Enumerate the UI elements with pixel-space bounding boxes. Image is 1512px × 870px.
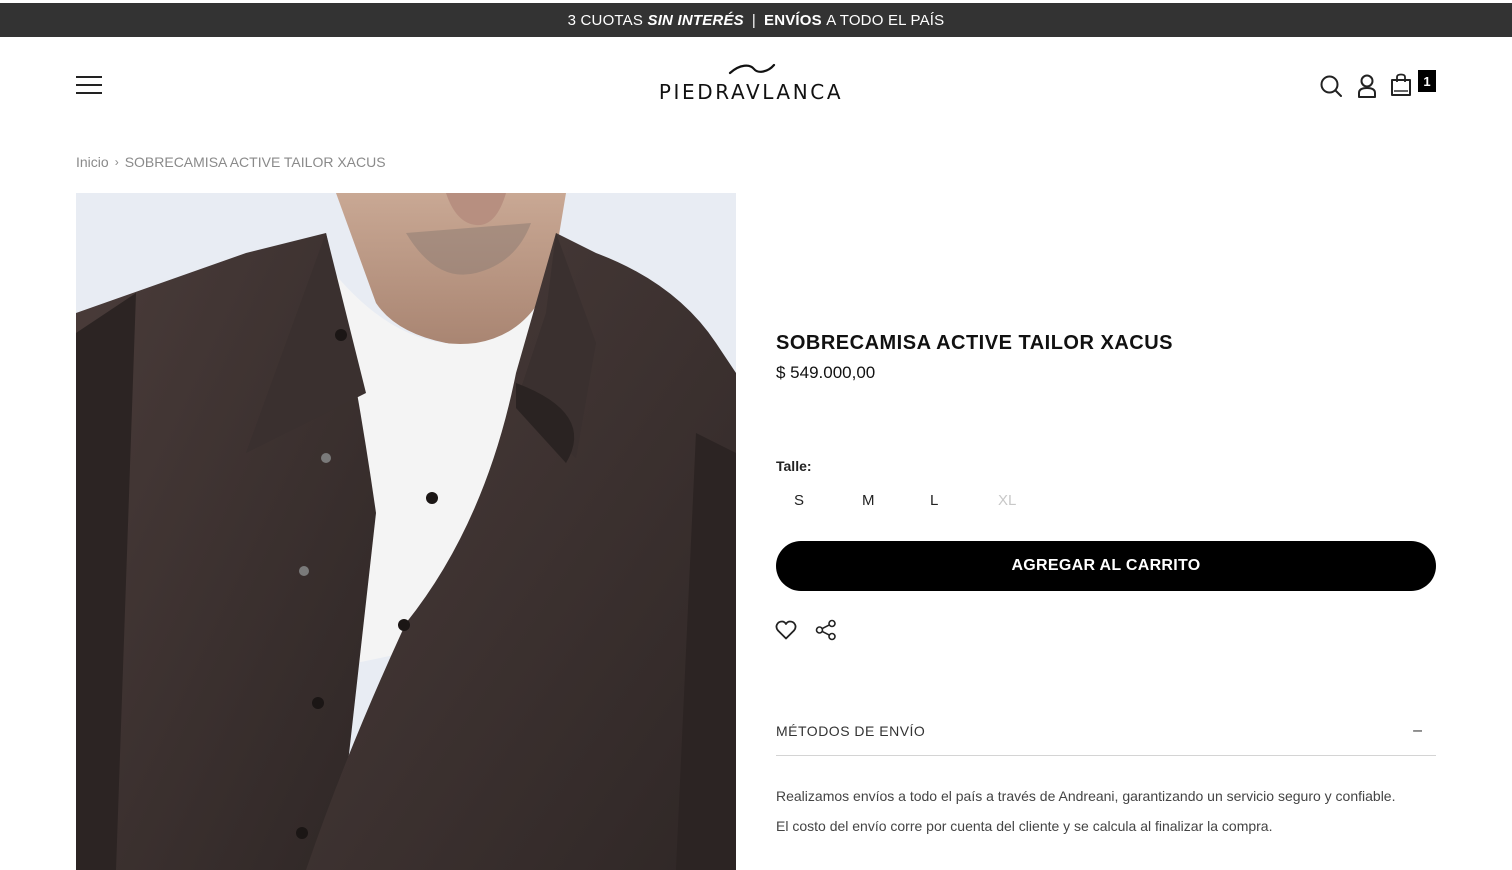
breadcrumb-home-link[interactable]: Inicio (76, 154, 109, 170)
shipping-methods-title: MÉTODOS DE ENVÍO (776, 722, 926, 739)
add-to-cart-button[interactable]: AGREGAR AL CARRITO (776, 541, 1436, 591)
shipping-methods-accordion[interactable]: MÉTODOS DE ENVÍO – (776, 706, 1436, 756)
share-icon[interactable] (815, 619, 837, 646)
promo-text-country: A TODO EL PAÍS (826, 11, 945, 29)
product-image[interactable] (76, 193, 736, 870)
breadcrumb: Inicio › SOBRECAMISA ACTIVE TAILOR XACUS (76, 154, 386, 170)
shipping-methods-content: Realizamos envíos a todo el país a travé… (776, 786, 1416, 846)
product-title: SOBRECAMISA ACTIVE TAILOR XACUS (776, 332, 1173, 354)
shipping-paragraph: Realizamos envíos a todo el país a travé… (776, 788, 1396, 804)
heart-icon[interactable] (775, 619, 797, 646)
size-selector: S M L XL (776, 487, 1048, 513)
breadcrumb-current: SOBRECAMISA ACTIVE TAILOR XACUS (124, 154, 386, 170)
promo-text-no-interest: SIN INTERÉS (647, 11, 744, 29)
shipping-paragraph: El costo del envío corre por cuenta del … (776, 818, 1273, 834)
promo-separator: | (751, 11, 756, 29)
size-option-m[interactable]: M (844, 487, 912, 513)
promo-text-installments: 3 CUOTAS (567, 11, 644, 29)
shopping-bag-icon[interactable] (1390, 73, 1412, 102)
size-option-xl[interactable]: XL (980, 487, 1048, 513)
size-option-l[interactable]: L (912, 487, 980, 513)
size-option-s[interactable]: S (776, 487, 844, 513)
cart-count-badge[interactable]: 1 (1418, 70, 1436, 92)
hamburger-menu-icon[interactable] (76, 75, 102, 95)
promo-text-shipping: ENVÍOS (763, 11, 822, 29)
promo-bar: 3 CUOTAS SIN INTERÉS | ENVÍOS A TODO EL PA… (0, 3, 1512, 37)
size-label: Talle: (776, 458, 812, 474)
collapse-icon[interactable]: – (1413, 722, 1422, 740)
breadcrumb-chevron-icon: › (114, 155, 119, 169)
brand-logo-text: PIEDRAVLANCA (658, 80, 844, 104)
user-icon[interactable] (1357, 74, 1377, 103)
search-icon[interactable] (1320, 75, 1342, 102)
product-price: $ 549.000,00 (776, 363, 876, 382)
brand-logo[interactable]: PIEDRAVLANCA (650, 62, 852, 104)
